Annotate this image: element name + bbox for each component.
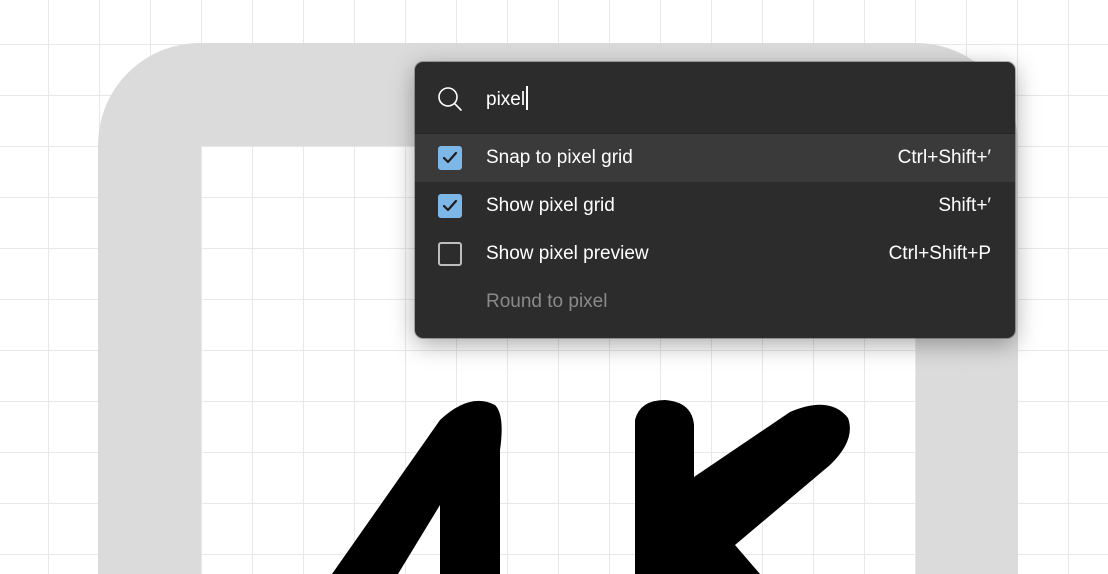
menu-item-snap-to-pixel-grid[interactable]: Snap to pixel grid Ctrl+Shift+′ <box>415 134 1015 182</box>
menu-item-label: Round to pixel <box>486 291 608 312</box>
menu-item-shortcut: Ctrl+Shift+P <box>888 243 991 264</box>
search-input[interactable]: pixel <box>486 86 528 112</box>
menu-item-show-pixel-grid[interactable]: Show pixel grid Shift+′ <box>415 182 1015 230</box>
glyph-stroke-left[interactable] <box>332 400 502 574</box>
command-palette: pixel Snap to pixel grid Ctrl+Shift+′ Sh… <box>415 62 1015 338</box>
search-input-value: pixel <box>486 89 526 110</box>
menu-item-label: Show pixel grid <box>486 195 615 216</box>
menu-item-label: Snap to pixel grid <box>486 147 633 168</box>
search-icon <box>437 86 463 112</box>
text-caret <box>526 86 528 110</box>
show-pixel-grid-checkbox[interactable] <box>438 194 462 218</box>
checkmark-icon <box>442 199 458 212</box>
menu-item-label: Show pixel preview <box>486 243 649 264</box>
snap-to-pixel-grid-checkbox[interactable] <box>438 146 462 170</box>
checkmark-icon <box>442 151 458 164</box>
menu-item-show-pixel-preview[interactable]: Show pixel preview Ctrl+Shift+P <box>415 230 1015 278</box>
search-row: pixel <box>415 62 1015 134</box>
show-pixel-preview-checkbox[interactable] <box>438 242 462 266</box>
menu-item-shortcut: Ctrl+Shift+′ <box>897 147 991 168</box>
menu-item-round-to-pixel: Round to pixel <box>415 278 1015 326</box>
menu-item-shortcut: Shift+′ <box>938 195 991 216</box>
